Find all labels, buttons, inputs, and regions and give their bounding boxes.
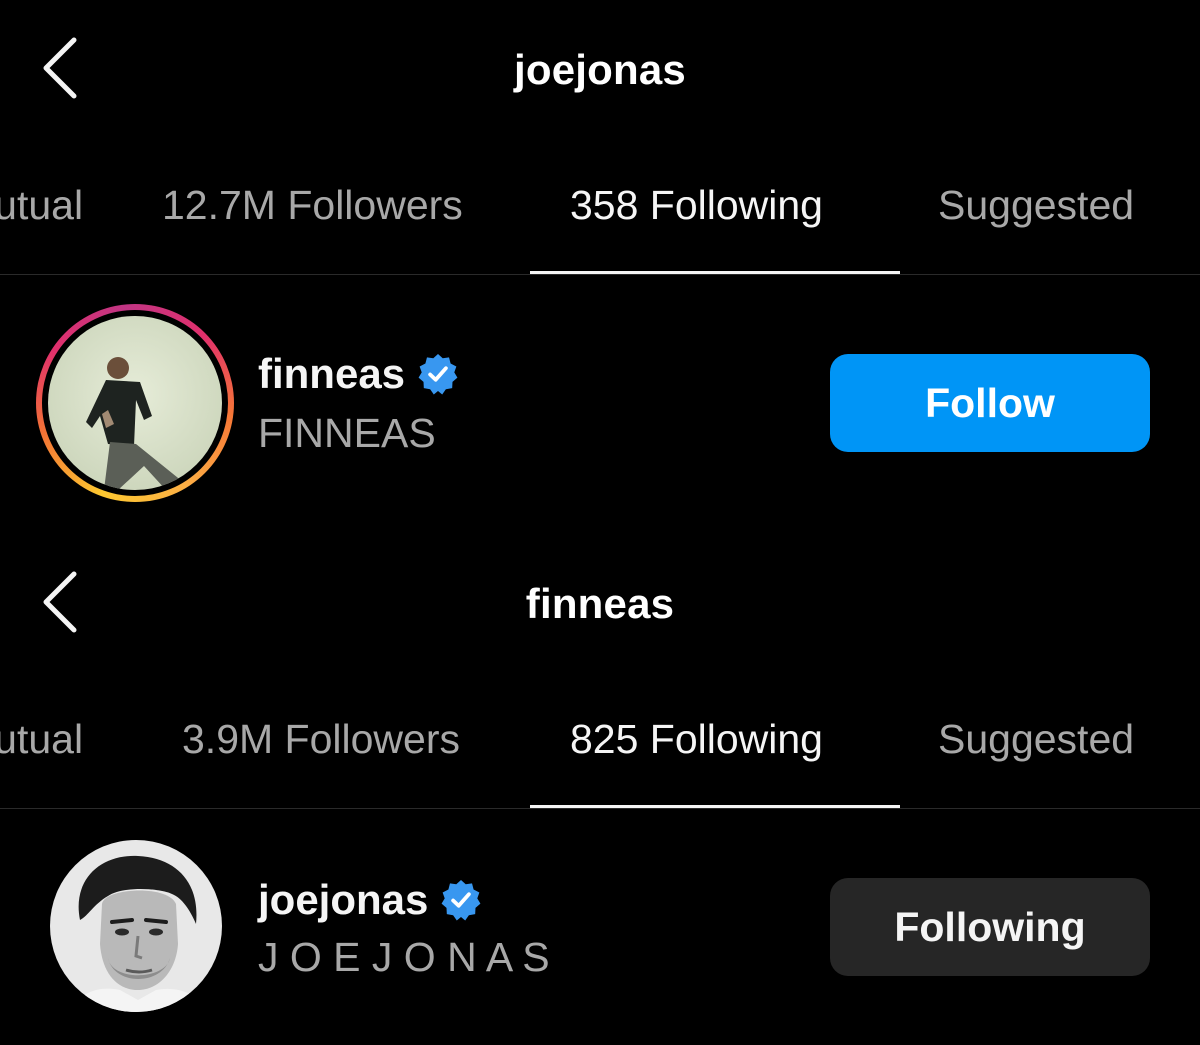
tab-followers[interactable]: 12.7M Followers [162, 182, 463, 229]
following-button[interactable]: Following [830, 878, 1150, 976]
tab-bar: Mutual 12.7M Followers 358 Following Sug… [0, 160, 1200, 275]
active-tab-indicator [530, 271, 900, 274]
verified-badge-icon [418, 354, 458, 395]
user-full-name: FINNEAS [258, 410, 436, 456]
tab-suggested[interactable]: Suggested [938, 716, 1134, 763]
tab-following[interactable]: 358 Following [570, 182, 823, 229]
following-list-screen-finneas: finneas Mutual 3.9M Followers 825 Follow… [0, 534, 1200, 1045]
active-tab-indicator [530, 805, 900, 808]
username: joejonas [258, 876, 429, 923]
tab-bar: Mutual 3.9M Followers 825 Following Sugg… [0, 694, 1200, 809]
avatar[interactable] [50, 840, 222, 1012]
following-list-screen-joejonas: joejonas Mutual 12.7M Followers 358 Foll… [0, 0, 1200, 535]
tab-mutual[interactable]: Mutual [0, 182, 83, 229]
follow-button[interactable]: Follow [830, 354, 1150, 452]
tab-suggested[interactable]: Suggested [938, 182, 1134, 229]
avatar-image [48, 316, 222, 490]
page-title: joejonas [514, 46, 686, 93]
user-full-name: J O E J O N A S [258, 934, 550, 980]
avatar-image [50, 840, 222, 1012]
verified-badge-icon [441, 880, 481, 921]
user-row-username[interactable]: joejonas [258, 876, 482, 924]
tab-followers[interactable]: 3.9M Followers [182, 716, 460, 763]
tab-following[interactable]: 825 Following [570, 716, 823, 763]
page-title: finneas [525, 580, 675, 627]
username: finneas [258, 350, 406, 397]
avatar-story-ring[interactable] [36, 304, 234, 502]
user-row-username[interactable]: finneas [258, 350, 459, 398]
tab-mutual[interactable]: Mutual [0, 716, 83, 763]
avatar [48, 316, 222, 490]
